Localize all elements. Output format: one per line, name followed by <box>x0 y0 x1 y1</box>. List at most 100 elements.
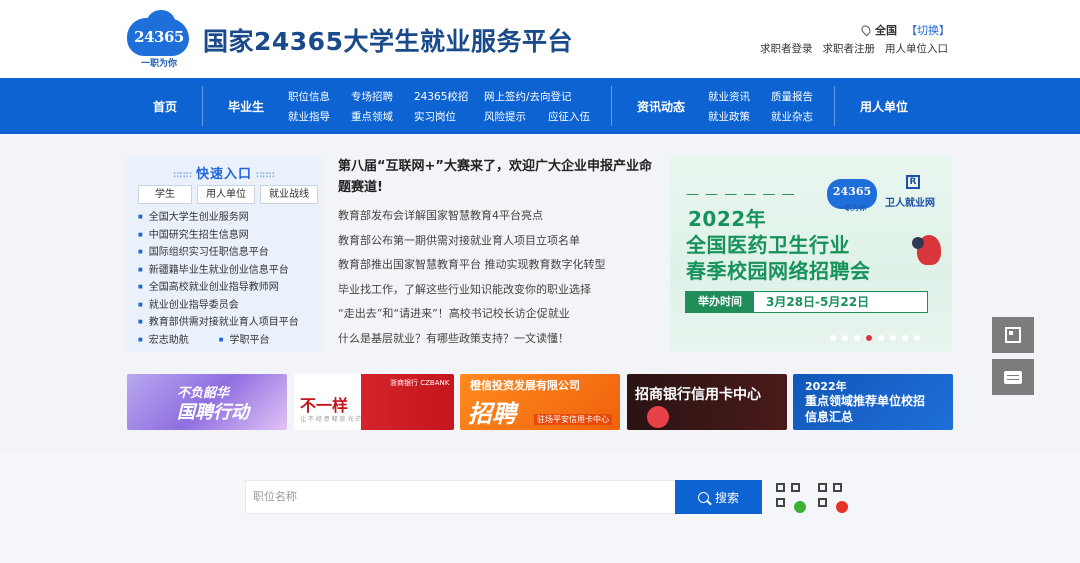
nav-divider <box>611 86 612 126</box>
ad-banner-czbank[interactable]: 不一样 浙商银行 CZBANK 让 不 经 意 释 放 光 芒 <box>294 374 454 430</box>
robot-mascot-icon <box>647 406 669 428</box>
nav-campus-recruit[interactable]: 24365校招 <box>414 89 468 104</box>
news-item[interactable]: 教育部推出国家智慧教育平台 推动实现教育数字化转型 <box>338 253 658 278</box>
news-item[interactable]: “走出去”和“请进来”！高校书记校长访企促就业 <box>338 302 658 327</box>
decor-dots-icon: ∷∷∷ <box>256 171 275 181</box>
ad-banner-cmb-credit[interactable]: 招商银行信用卡中心 <box>627 374 787 430</box>
search-input[interactable]: 职位名称 <box>245 480 675 514</box>
carousel-dot[interactable] <box>866 335 872 341</box>
banner-title-line: 春季校园网络招聘会 <box>686 259 871 283</box>
banner-year: 2022年 <box>688 207 767 231</box>
banner-time-label: 举办时间 <box>686 292 754 312</box>
news-panel: 第八届“互联网+”大赛来了，欢迎广大企业申报产业命题赛道! 教育部发布会详解国家… <box>338 156 658 351</box>
site-logo[interactable]: 24365 一职为你 <box>127 10 191 69</box>
nav-special-recruitment[interactable]: 专场招聘 <box>351 89 393 104</box>
carousel-dot[interactable] <box>890 335 896 341</box>
weibo-qr-icon[interactable] <box>818 483 848 513</box>
region-switch-link[interactable]: 【切换】 <box>906 22 950 38</box>
news-list: 教育部发布会详解国家智慧教育4平台亮点 教育部公布第一期供需对接就业育人项目立项… <box>338 204 658 351</box>
quick-link[interactable]: 宏志助航 <box>138 332 189 350</box>
search-button-label: 搜索 <box>714 490 739 505</box>
ad-subtext: 驻场平安信用卡中心 <box>534 414 612 425</box>
carousel-dot[interactable] <box>902 335 908 341</box>
nav-key-fields[interactable]: 重点领域 <box>351 109 393 124</box>
news-item[interactable]: 教育部发布会详解国家智慧教育4平台亮点 <box>338 204 658 229</box>
quick-link[interactable]: 学职平台 <box>219 332 269 350</box>
nav-quality-report[interactable]: 质量报告 <box>771 89 813 104</box>
news-item[interactable]: 教育部公布第一期供需对接就业育人项目立项名单 <box>338 229 658 254</box>
ad-text: 橙信投资发展有限公司 <box>470 379 580 392</box>
region-name: 全国 <box>875 24 897 37</box>
message-icon <box>1004 370 1022 384</box>
nav-news[interactable]: 资讯动态 <box>637 98 685 115</box>
carousel-dot[interactable] <box>878 335 884 341</box>
banner-partner: 卫人就业网 <box>885 198 935 209</box>
carousel-dot[interactable] <box>830 335 836 341</box>
banner-time-bar: 举办时间 3月28日-5月22日 <box>685 291 928 313</box>
nav-enlistment[interactable]: 应征入伍 <box>548 109 590 124</box>
nav-divider <box>202 86 203 126</box>
nav-divider <box>834 86 835 126</box>
carousel-dot[interactable] <box>854 335 860 341</box>
region-selector: 全国 【切换】 <box>859 22 950 38</box>
ad-text: 信息汇总 <box>805 410 854 424</box>
bird-illustration-icon <box>912 235 941 265</box>
tab-employer[interactable]: 用人单位 <box>197 185 255 204</box>
nav-graduates[interactable]: 毕业生 <box>228 98 264 115</box>
quick-link[interactable]: 新疆籍毕业生就业创业信息平台 <box>138 262 299 280</box>
tab-student[interactable]: 学生 <box>138 185 192 204</box>
quick-link[interactable]: 就业创业指导委员会 <box>138 297 299 315</box>
ad-banner-key-fields[interactable]: 2022年 重点领域推荐单位校招 信息汇总 <box>793 374 953 430</box>
carousel-dot[interactable] <box>842 335 848 341</box>
nav-employment-magazine[interactable]: 就业杂志 <box>771 109 813 124</box>
partner-logo-icon: R <box>906 175 920 189</box>
employer-entry-link[interactable]: 用人单位入口 <box>885 41 948 56</box>
quick-link[interactable]: 教育部供需对接就业育人项目平台 <box>138 314 299 332</box>
search-button[interactable]: 搜索 <box>675 480 762 514</box>
quick-link-row: 宏志助航 学职平台 <box>138 332 299 350</box>
nav-home[interactable]: 首页 <box>153 98 177 115</box>
tab-employment-front[interactable]: 就业战线 <box>260 185 318 204</box>
carousel-dots <box>830 335 920 341</box>
news-headline[interactable]: 第八届“互联网+”大赛来了，欢迎广大企业申报产业命题赛道! <box>338 156 658 198</box>
quick-link[interactable]: 全国高校就业创业指导教师网 <box>138 279 299 297</box>
site-header: 24365 一职为你 国家24365大学生就业服务平台 全国 【切换】 求职者登… <box>0 0 1080 78</box>
quick-link[interactable]: 中国研究生招生信息网 <box>138 227 299 245</box>
quick-entry-tabs: 学生 用人单位 就业战线 <box>138 185 318 204</box>
news-item[interactable]: 毕业找工作，了解这些行业知识能改变你的职业选择 <box>338 278 658 303</box>
carousel-dot[interactable] <box>914 335 920 341</box>
ad-banner-chengxin[interactable]: 橙信投资发展有限公司 招聘 驻场平安信用卡中心 <box>460 374 620 430</box>
nav-job-info[interactable]: 职位信息 <box>288 89 330 104</box>
news-item[interactable]: 什么是基层就业？有哪些政策支持？一文读懂！ <box>338 327 658 352</box>
nav-employers[interactable]: 用人单位 <box>860 98 908 115</box>
nav-employment-news[interactable]: 就业资讯 <box>708 89 750 104</box>
nav-online-signing[interactable]: 网上签约/去向登记 <box>484 89 572 104</box>
ad-text: 重点领域推荐单位校招 <box>805 394 926 408</box>
account-links: 求职者登录 求职者注册 用人单位入口 <box>760 41 948 56</box>
wechat-qr-icon[interactable] <box>776 483 806 513</box>
banner-carousel[interactable]: — — — — — — 24365 一职为你 R 卫人就业网 2022年 全国医… <box>670 155 952 352</box>
nav-risk-warning[interactable]: 风险提示 <box>484 109 526 124</box>
floating-qr-button[interactable] <box>992 317 1034 353</box>
ad-banner-guopin[interactable]: 不负韶华 国聘行动 <box>127 374 287 430</box>
jobseeker-login-link[interactable]: 求职者登录 <box>760 41 813 56</box>
banner-dash-decor: — — — — — — <box>686 187 796 202</box>
ad-text: 招聘 <box>468 400 516 428</box>
decor-dots-icon: ∷∷∷ <box>173 171 192 181</box>
quick-link[interactable]: 国际组织实习任职信息平台 <box>138 244 299 262</box>
location-pin-icon <box>859 23 873 37</box>
ad-text: 国聘行动 <box>177 402 249 423</box>
nav-internships[interactable]: 实习岗位 <box>414 109 456 124</box>
jobseeker-register-link[interactable]: 求职者注册 <box>823 41 876 56</box>
nav-employment-policy[interactable]: 就业政策 <box>708 109 750 124</box>
floating-feedback-button[interactable] <box>992 359 1034 395</box>
search-icon <box>697 491 709 503</box>
quick-entry-list: 全国大学生创业服务网 中国研究生招生信息网 国际组织实习任职信息平台 新疆籍毕业… <box>138 209 299 349</box>
banner-title-line: 全国医药卫生行业 <box>686 233 850 257</box>
main-nav: 首页 毕业生 职位信息 就业指导 专场招聘 重点领域 24365校招 实习岗位 … <box>0 78 1080 134</box>
quick-entry-title: ∷∷∷ 快速入口 ∷∷∷ <box>173 167 275 182</box>
quick-link[interactable]: 全国大学生创业服务网 <box>138 209 299 227</box>
ad-logo: 浙商银行 CZBANK <box>390 379 450 387</box>
site-title: 国家24365大学生就业服务平台 <box>203 27 573 56</box>
nav-career-guidance[interactable]: 就业指导 <box>288 109 330 124</box>
